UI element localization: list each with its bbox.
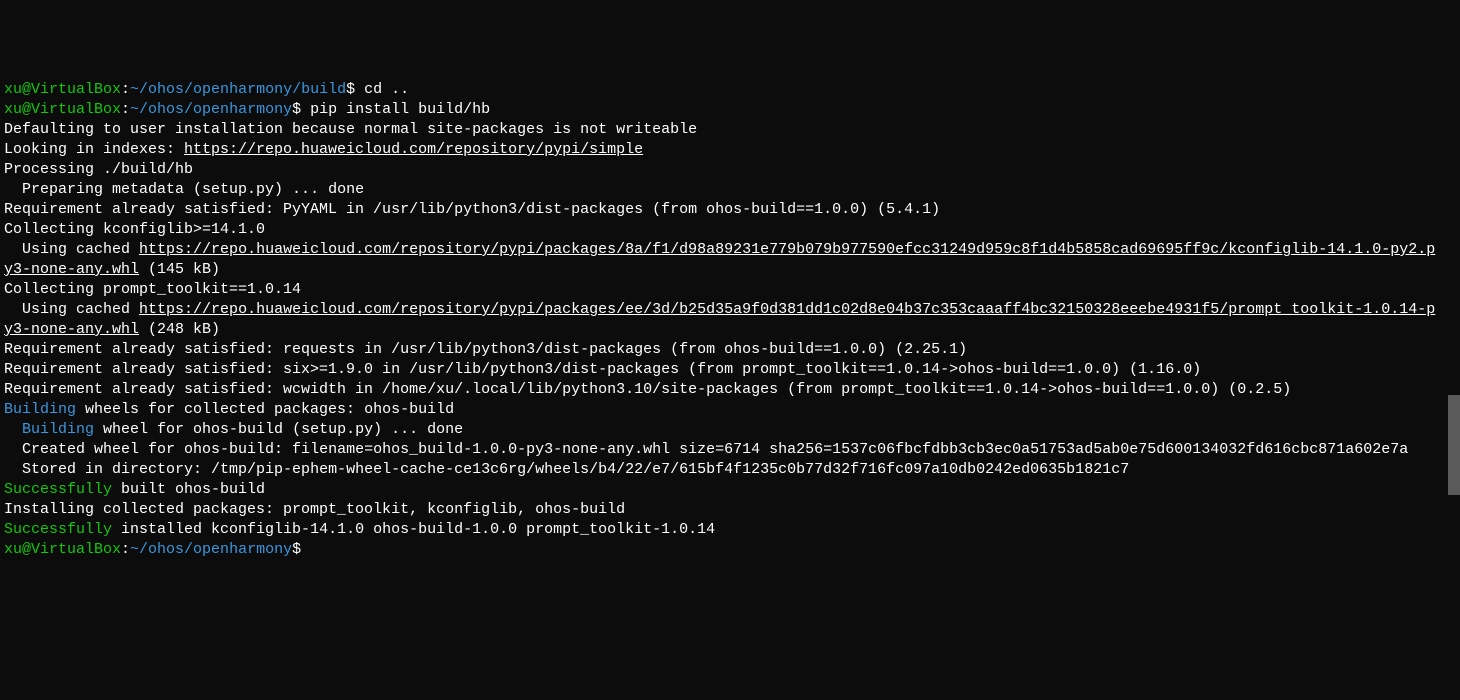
output-line: Building wheel for ohos-build (setup.py)… (4, 421, 463, 438)
building-label: Building (4, 401, 76, 418)
output-line: Building wheels for collected packages: … (4, 401, 454, 418)
output-line: Installing collected packages: prompt_to… (4, 501, 625, 518)
output-line: Using cached https://repo.huaweicloud.co… (4, 241, 1435, 278)
prompt-path: ~/ohos/openharmony/build (130, 81, 346, 98)
command-text: pip install build/hb (310, 101, 490, 118)
prompt-path: ~/ohos/openharmony (130, 101, 292, 118)
output-line: Requirement already satisfied: wcwidth i… (4, 381, 1291, 398)
output-line: Collecting kconfiglib>=14.1.0 (4, 221, 265, 238)
success-label: Successfully (4, 521, 112, 538)
prompt-path: ~/ohos/openharmony (130, 541, 292, 558)
building-label: Building (4, 421, 94, 438)
output-line: Looking in indexes: https://repo.huaweic… (4, 141, 643, 158)
output-line: Requirement already satisfied: requests … (4, 341, 967, 358)
output-line: Defaulting to user installation because … (4, 121, 697, 138)
output-line: Successfully built ohos-build (4, 481, 265, 498)
output-line: Using cached https://repo.huaweicloud.co… (4, 301, 1435, 338)
scrollbar-thumb[interactable] (1448, 395, 1460, 495)
output-line: Collecting prompt_toolkit==1.0.14 (4, 281, 301, 298)
output-line: Requirement already satisfied: PyYAML in… (4, 201, 940, 218)
output-line: Created wheel for ohos-build: filename=o… (4, 441, 1408, 458)
terminal-output[interactable]: xu@VirtualBox:~/ohos/openharmony/build$ … (4, 80, 1444, 560)
success-label: Successfully (4, 481, 112, 498)
command-text: cd .. (364, 81, 409, 98)
output-line: Processing ./build/hb (4, 161, 193, 178)
prompt-line: xu@VirtualBox:~/ohos/openharmony$ (4, 541, 310, 558)
output-line: Successfully installed kconfiglib-14.1.0… (4, 521, 715, 538)
prompt-line: xu@VirtualBox:~/ohos/openharmony/build$ … (4, 81, 409, 98)
prompt-user: xu@VirtualBox (4, 541, 121, 558)
index-url-link[interactable]: https://repo.huaweicloud.com/repository/… (184, 141, 643, 158)
output-line: Preparing metadata (setup.py) ... done (4, 181, 364, 198)
prompt-line: xu@VirtualBox:~/ohos/openharmony$ pip in… (4, 101, 490, 118)
output-line: Stored in directory: /tmp/pip-ephem-whee… (4, 461, 1129, 478)
prompt-user: xu@VirtualBox (4, 81, 121, 98)
output-line: Requirement already satisfied: six>=1.9.… (4, 361, 1201, 378)
prompt-user: xu@VirtualBox (4, 101, 121, 118)
